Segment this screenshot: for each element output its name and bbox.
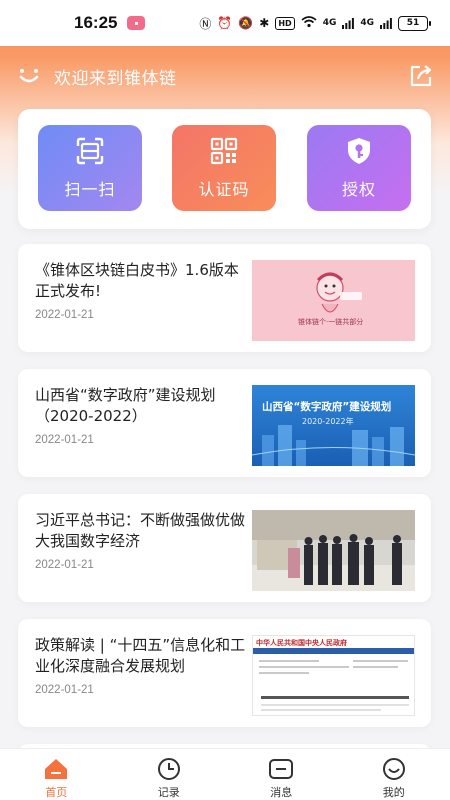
authorize-label: 授权 [341, 180, 376, 199]
thumbnail-subtitle: 2020-2022年 [302, 417, 354, 426]
thumbnail-caption: 锥体链个·一链共部分 [298, 318, 364, 326]
news-title: 习近平总书记：不断做强做优做大我国数字经济 [35, 511, 246, 550]
news-item[interactable]: 《锥体区块链白皮书》1.6版本正式发布! 2022-01-21 锥体链个·一链共… [18, 244, 431, 352]
news-title: 《锥体区块链白皮书》1.6版本正式发布! [35, 261, 239, 300]
shield-key-icon [348, 138, 370, 164]
status-time: 16:25 [74, 13, 118, 32]
greeting-text: 欢迎来到锥体链 [54, 68, 177, 89]
app-notification-icon: ▪ [127, 16, 146, 30]
news-title: 政策解读 | “十四五”信息化和工业化深度融合发展规划 [35, 636, 246, 675]
nfc-icon: Ⓝ [199, 16, 212, 31]
quick-actions-card: 扫一扫 认证码 授权 [18, 109, 431, 229]
news-thumbnail: 锥体链个·一链共部分 [252, 260, 415, 341]
tab-messages-label: 消息 [270, 786, 293, 799]
tab-records[interactable]: 记录 [113, 749, 226, 800]
tab-home-label: 首页 [45, 786, 68, 799]
home-icon [45, 759, 68, 779]
scan-label: 扫一扫 [64, 180, 116, 199]
qrcode-icon [210, 137, 238, 165]
alarm-icon: ⏰ [217, 16, 233, 30]
wifi-icon [301, 15, 317, 31]
news-item[interactable]: 政策解读 | “十四五”信息化和工业化深度融合发展规划 2022-01-21 中… [18, 619, 431, 727]
signal-bars-2-icon [380, 17, 392, 29]
news-date: 2022-01-21 [35, 309, 94, 321]
clock-icon [157, 758, 180, 780]
bluetooth-icon: ✱ [259, 16, 270, 30]
thumbnail-header: 中华人民共和国中央人民政府 [256, 639, 347, 647]
signal-bars-1-icon [342, 17, 355, 29]
authorize-button[interactable]: 授权 [307, 125, 411, 211]
message-icon [269, 759, 294, 779]
tab-home[interactable]: 首页 [0, 749, 113, 800]
bottom-tab-bar: 首页 记录 消息 我的 [0, 748, 450, 800]
signal-2-icon: 4G [360, 18, 374, 28]
news-item[interactable]: 山西省“数字政府”建设规划（2020-2022） 2022-01-21 山西省“… [18, 369, 431, 477]
scan-button[interactable]: 扫一扫 [38, 125, 142, 211]
news-item[interactable]: 习近平总书记：不断做强做优做大我国数字经济 2022-01-21 [18, 494, 431, 602]
news-thumbnail: 山西省“数字政府”建设规划 2020-2022年 [252, 385, 415, 466]
tab-profile[interactable]: 我的 [338, 749, 450, 800]
news-photo [252, 510, 415, 591]
status-bar: 16:25 ▪ Ⓝ ⏰ 🔕 ✱ HD 4G 4G 51 [0, 0, 450, 46]
mute-icon: 🔕 [238, 16, 254, 30]
smile-logo-icon [19, 69, 39, 83]
news-date: 2022-01-21 [35, 559, 94, 571]
signal-1-icon: 4G [322, 18, 337, 28]
hd-icon: HD [275, 16, 295, 30]
thumbnail-title: 山西省“数字政府”建设规划 [262, 401, 392, 413]
greeting-row: 欢迎来到锥体链 [18, 60, 434, 92]
tab-records-label: 记录 [157, 786, 180, 799]
tab-profile-label: 我的 [382, 786, 405, 799]
scan-icon [76, 137, 104, 165]
tab-messages[interactable]: 消息 [225, 749, 338, 800]
profile-smile-icon [382, 758, 405, 780]
share-icon[interactable] [408, 63, 434, 89]
news-date: 2022-01-21 [35, 684, 94, 696]
auth-code-button[interactable]: 认证码 [172, 125, 276, 211]
news-date: 2022-01-21 [35, 434, 94, 446]
battery-icon: 51 [398, 15, 431, 31]
news-title: 山西省“数字政府”建设规划（2020-2022） [35, 386, 216, 425]
news-thumbnail: 中华人民共和国中央人民政府 [252, 635, 415, 716]
auth-code-label: 认证码 [198, 180, 250, 199]
